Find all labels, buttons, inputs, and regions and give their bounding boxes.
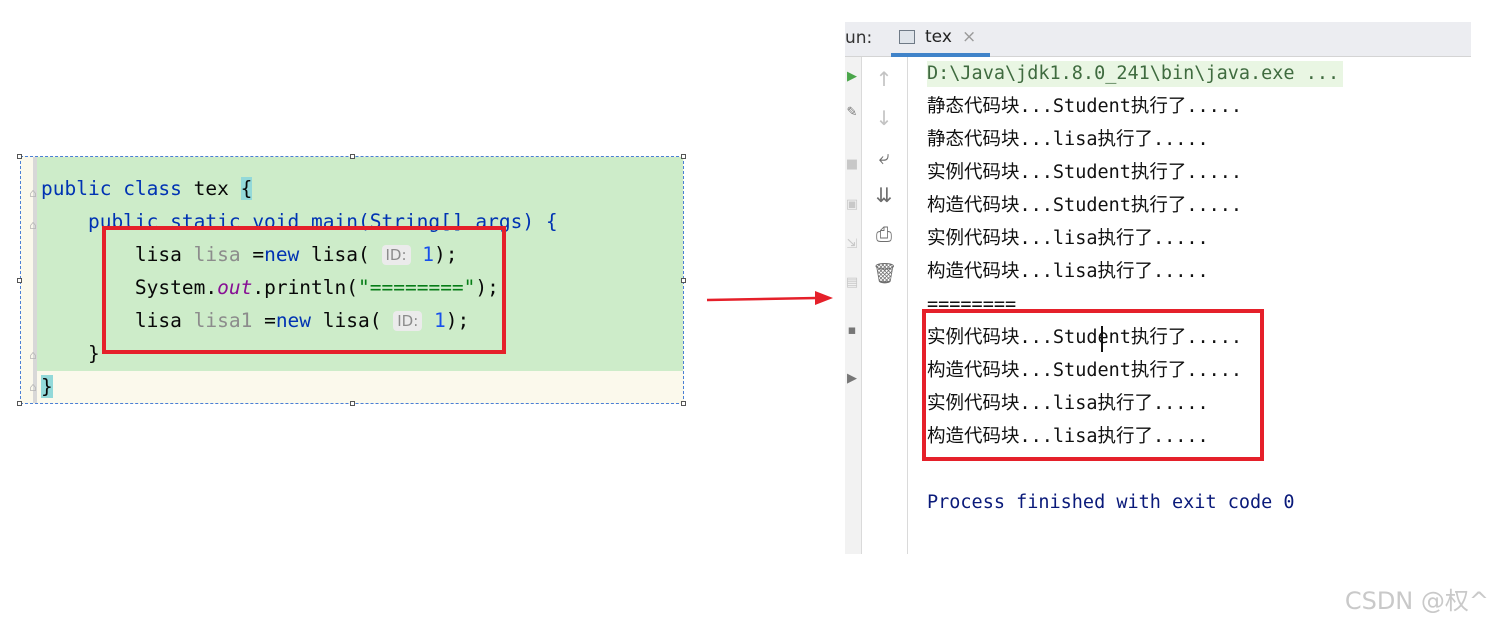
exit-icon[interactable]: ⇲ <box>845 237 859 253</box>
selection-handle[interactable] <box>681 154 686 159</box>
code-highlight-box <box>102 226 506 354</box>
console-line: 静态代码块...lisa执行了..... <box>927 129 1209 150</box>
console-output[interactable]: D:\Java\jdk1.8.0_241\bin\java.exe ... 静态… <box>925 57 1465 554</box>
arrow-up-icon[interactable]: ↑ <box>872 67 896 91</box>
tab-label: tex <box>925 27 952 47</box>
code-line: } <box>41 342 100 366</box>
run-tab-bar: un: tex × <box>845 22 1471 57</box>
rerun-icon[interactable]: ▶ <box>845 69 859 85</box>
pin-icon[interactable]: ▪ <box>845 323 859 339</box>
selection-handle[interactable] <box>681 278 686 283</box>
code-token: public <box>41 177 124 200</box>
run-actions-strip: ▶ ✎ ■ ▣ ⇲ ▤ ▪ ▶ <box>845 57 862 554</box>
selection-handle[interactable] <box>17 278 22 283</box>
code-token: } <box>41 342 100 365</box>
code-line: public class tex { <box>41 177 253 201</box>
code-token: { <box>240 177 253 200</box>
console-toolbar: ↑ ↓ ⤶ ⇊ ⎙ 🗑 <box>862 57 908 554</box>
selection-handle[interactable] <box>17 154 22 159</box>
camera-icon[interactable]: ▣ <box>845 197 859 213</box>
run-tool-window: un: tex × ▶ ✎ ■ ▣ ⇲ ▤ ▪ ▶ ↑ ↓ ⤶ ⇊ ⎙ 🗑 D:… <box>845 22 1471 554</box>
scroll-to-end-icon[interactable]: ⇊ <box>872 183 896 207</box>
selection-handle[interactable] <box>17 401 22 406</box>
close-icon[interactable]: × <box>962 27 976 47</box>
output-highlight-box <box>922 309 1264 461</box>
console-line-exit: Process finished with exit code 0 <box>927 492 1295 513</box>
fold-icon[interactable]: ⌂ <box>27 349 39 361</box>
console-icon <box>899 30 915 44</box>
print-icon[interactable]: ⎙ <box>872 222 896 246</box>
console-line-command: D:\Java\jdk1.8.0_241\bin\java.exe ... <box>927 61 1344 87</box>
fold-icon[interactable]: ⌂ <box>27 187 39 199</box>
selection-handle[interactable] <box>350 401 355 406</box>
restore-layout-icon[interactable]: ▤ <box>845 275 859 291</box>
console-line: 实例代码块...lisa执行了..... <box>927 228 1209 249</box>
fold-icon[interactable]: ⌂ <box>27 381 39 393</box>
arrow-down-icon[interactable]: ↓ <box>872 106 896 130</box>
code-token: } <box>41 375 53 398</box>
console-line: 构造代码块...lisa执行了..... <box>927 261 1209 282</box>
code-line: } <box>41 375 53 399</box>
fold-icon[interactable]: ⌂ <box>27 219 39 231</box>
watermark: CSDN @权^ <box>1344 587 1489 615</box>
wrench-icon[interactable]: ✎ <box>845 105 859 121</box>
arrow-right-icon <box>706 291 833 305</box>
expand-icon[interactable]: ▶ <box>845 371 859 387</box>
tab-tex[interactable]: tex × <box>891 22 990 57</box>
selection-handle[interactable] <box>350 154 355 159</box>
run-label: un: <box>845 28 873 48</box>
code-token: tex <box>193 177 241 200</box>
stop-icon[interactable]: ■ <box>845 157 859 173</box>
soft-wrap-icon[interactable]: ⤶ <box>872 145 896 169</box>
code-token: class <box>123 177 194 200</box>
console-line: 构造代码块...Student执行了..... <box>927 195 1243 216</box>
selection-handle[interactable] <box>681 401 686 406</box>
console-line: 静态代码块...Student执行了..... <box>927 96 1243 117</box>
console-line: 实例代码块...Student执行了..... <box>927 162 1243 183</box>
trash-icon[interactable]: 🗑 <box>872 261 897 285</box>
